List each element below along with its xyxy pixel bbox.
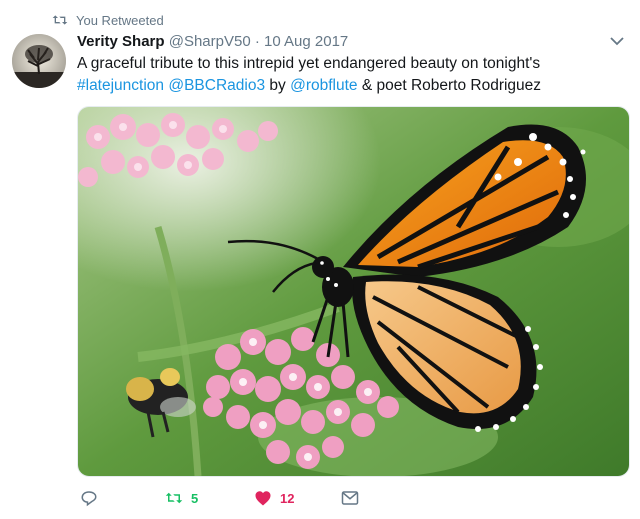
tweet-header: Verity Sharp @SharpV50 · 10 Aug 2017 [77,32,348,52]
hashtag-link[interactable]: #latejunction [77,77,164,94]
direct-message-button[interactable] [341,489,367,507]
avatar[interactable] [12,34,66,88]
tweet-text-line1: A graceful tribute to this intrepid yet … [77,55,541,72]
reply-button[interactable] [80,489,106,507]
heart-icon [255,491,271,506]
monarch-butterfly-photo [78,107,629,476]
tweet-date[interactable]: 10 Aug 2017 [264,33,348,50]
retweet-icon [52,15,68,25]
mention-link-robflute[interactable]: @robflute [290,77,357,94]
direct-message-icon [341,491,359,505]
tweet-text-tail: & poet Roberto Rodriguez [357,77,542,94]
tweet-media-photo[interactable] [77,106,630,477]
author-name[interactable]: Verity Sharp [77,33,165,50]
avatar-image [12,34,66,88]
retweet-button[interactable]: 5 [165,489,198,507]
tweet-actions: 5 12 [77,486,377,510]
author-handle[interactable]: @SharpV50 [169,33,251,50]
separator-dot: · [254,33,260,50]
like-button[interactable]: 12 [254,489,294,507]
retweet-context: You Retweeted [52,10,164,30]
reply-icon [81,491,97,507]
chevron-down-icon[interactable] [610,36,624,46]
retweet-count: 5 [191,490,199,506]
like-count: 12 [280,490,295,506]
retweet-notice: You Retweeted [76,12,164,28]
tweet-text-by: by [265,77,291,94]
tweet-text: A graceful tribute to this intrepid yet … [77,53,617,97]
mention-link-bbcradio3[interactable]: @BBCRadio3 [168,77,265,94]
retweet-icon [165,492,183,504]
